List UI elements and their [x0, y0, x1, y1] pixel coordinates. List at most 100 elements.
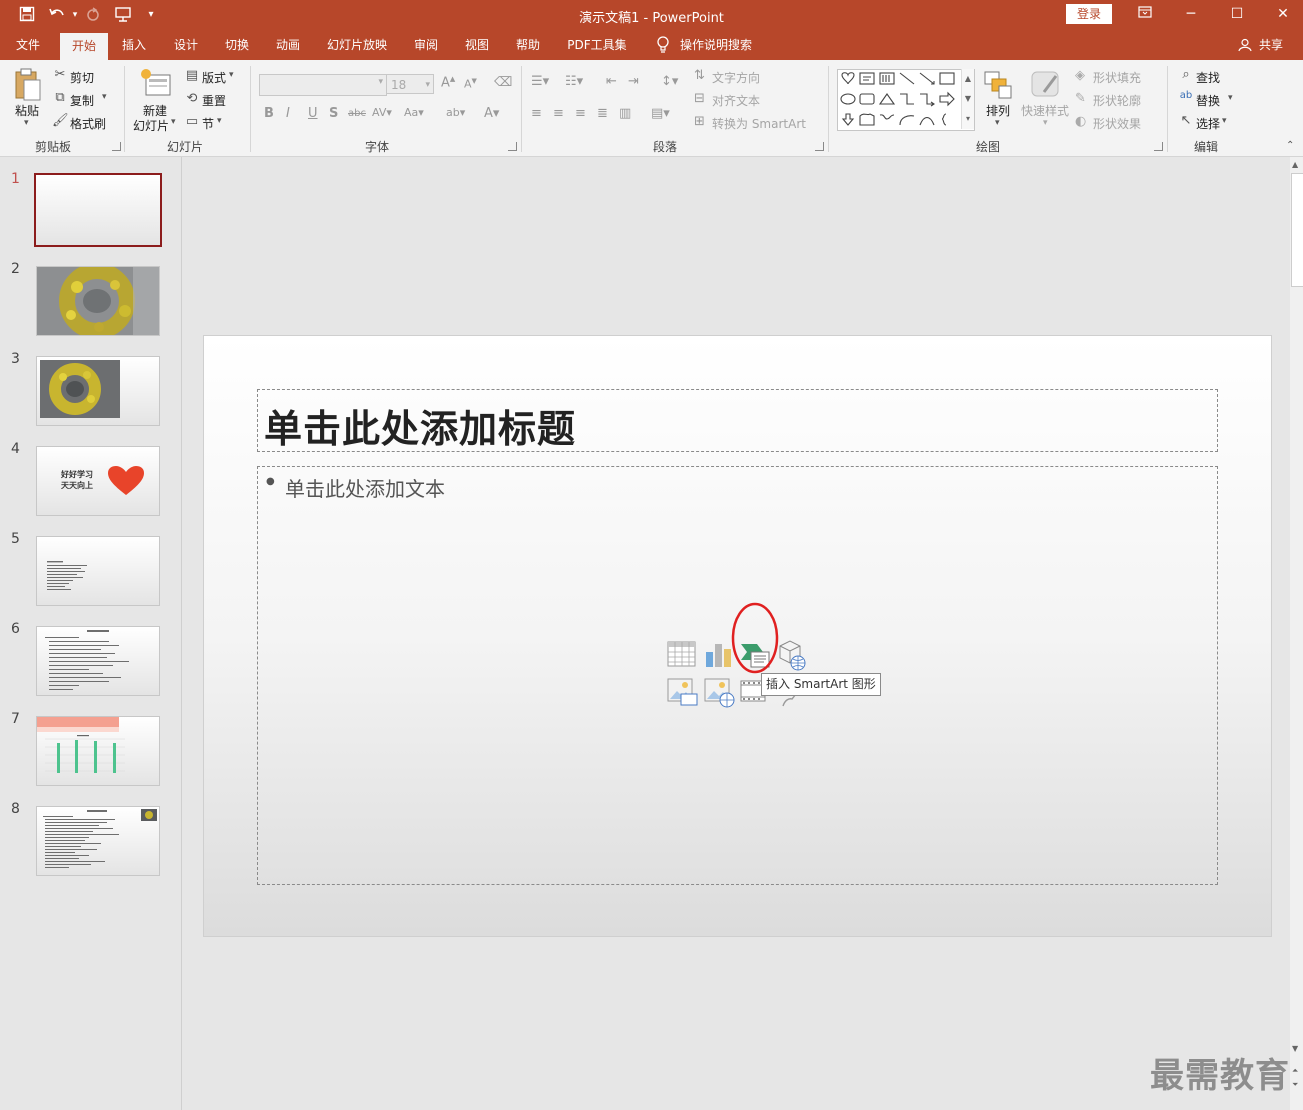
- tab-help[interactable]: 帮助: [508, 30, 548, 60]
- font-size-field[interactable]: 18 ▾: [386, 74, 434, 94]
- reset-icon[interactable]: ⟲: [184, 91, 200, 106]
- change-case-icon[interactable]: Aa▾: [404, 106, 424, 119]
- copy-dropdown-icon[interactable]: ▾: [102, 92, 107, 102]
- share-button[interactable]: 共享: [1254, 30, 1288, 60]
- font-launcher-icon[interactable]: [508, 142, 517, 151]
- find-button[interactable]: 查找: [1196, 69, 1220, 86]
- insert-3d-model-icon[interactable]: [776, 638, 808, 672]
- tab-review[interactable]: 审阅: [406, 30, 446, 60]
- shapes-gallery[interactable]: [837, 69, 975, 131]
- font-name-dropdown-icon[interactable]: ▾: [378, 77, 383, 87]
- clipboard-launcher-icon[interactable]: [112, 142, 121, 151]
- tab-animations[interactable]: 动画: [268, 30, 308, 60]
- paragraph-launcher-icon[interactable]: [815, 142, 824, 151]
- copy-button[interactable]: 复制: [70, 92, 94, 109]
- underline-icon[interactable]: U: [308, 106, 318, 121]
- line-spacing-icon[interactable]: ↕▾: [661, 74, 678, 89]
- quick-styles-icon[interactable]: [1030, 68, 1062, 100]
- clipboard-icon[interactable]: [12, 68, 42, 102]
- text-shadow-icon[interactable]: S: [329, 106, 338, 121]
- highlight-icon[interactable]: ab▾: [446, 106, 465, 119]
- vertical-scrollbar[interactable]: ▲ ▼ ⏶ ⏷: [1290, 157, 1303, 1110]
- align-text-button[interactable]: 对齐文本: [712, 92, 760, 109]
- slide-thumbnail-3[interactable]: [36, 356, 160, 426]
- format-painter-icon[interactable]: 🖌: [52, 113, 69, 128]
- increase-indent-icon[interactable]: ⇥: [628, 74, 639, 89]
- tab-home[interactable]: 开始: [60, 33, 108, 60]
- section-dropdown-icon[interactable]: ▾: [217, 116, 222, 126]
- slide-thumbnail-5[interactable]: [36, 536, 160, 606]
- align-left-icon[interactable]: ≡: [531, 106, 542, 121]
- quick-styles-dropdown-icon[interactable]: ▾: [1043, 118, 1048, 128]
- font-color-icon[interactable]: A▾: [484, 106, 499, 121]
- shape-fill-icon[interactable]: ◈: [1075, 68, 1085, 83]
- decrease-indent-icon[interactable]: ⇤: [606, 74, 617, 89]
- align-text-icon[interactable]: ⊟: [694, 91, 705, 106]
- shape-fill-button[interactable]: 形状填充: [1093, 69, 1141, 86]
- replace-icon[interactable]: ab: [1178, 90, 1194, 101]
- slide-thumbnail-1[interactable]: [34, 173, 162, 247]
- increase-font-icon[interactable]: A▲: [441, 75, 455, 90]
- select-dropdown-icon[interactable]: ▾: [1222, 116, 1227, 126]
- new-slide-icon[interactable]: [140, 68, 172, 100]
- tab-transitions[interactable]: 切换: [217, 30, 257, 60]
- tab-view[interactable]: 视图: [457, 30, 497, 60]
- slide-thumbnail-2[interactable]: [36, 266, 160, 336]
- tab-insert[interactable]: 插入: [114, 30, 154, 60]
- slide-thumbnail-4[interactable]: 好好学习 天天向上: [36, 446, 160, 516]
- shape-effects-icon[interactable]: ◐: [1075, 114, 1086, 129]
- clear-formatting-icon[interactable]: ⌫: [494, 75, 512, 90]
- maximize-icon[interactable]: ☐: [1226, 5, 1248, 23]
- tell-me-search[interactable]: 操作说明搜索: [676, 30, 756, 60]
- previous-slide-icon[interactable]: ⏶: [1292, 1066, 1298, 1076]
- convert-smartart-button[interactable]: 转换为 SmartArt: [712, 115, 806, 132]
- tab-pdf-tools[interactable]: PDF工具集: [560, 30, 634, 60]
- insert-online-pictures-icon[interactable]: [704, 677, 736, 709]
- insert-pictures-icon[interactable]: [667, 677, 699, 709]
- align-center-icon[interactable]: ≡: [553, 106, 564, 121]
- bullets-icon[interactable]: ☰▾: [531, 74, 549, 89]
- section-icon[interactable]: ▭: [184, 114, 200, 129]
- arrange-button[interactable]: 排列: [986, 102, 1010, 119]
- title-placeholder[interactable]: 单击此处添加标题: [257, 389, 1218, 452]
- convert-smartart-icon[interactable]: ⊞: [694, 114, 705, 129]
- character-spacing-icon[interactable]: AV▾: [372, 106, 392, 119]
- insert-chart-icon[interactable]: [704, 640, 734, 670]
- shape-effects-button[interactable]: 形状效果: [1093, 115, 1141, 132]
- tab-design[interactable]: 设计: [166, 30, 206, 60]
- layout-dropdown-icon[interactable]: ▾: [229, 70, 234, 80]
- select-button[interactable]: 选择: [1196, 115, 1220, 132]
- text-direction-button[interactable]: 文字方向: [712, 69, 760, 86]
- new-slide-label-2[interactable]: 幻灯片: [133, 117, 169, 134]
- tab-file[interactable]: 文件: [8, 30, 48, 60]
- slide-thumbnail-7[interactable]: [36, 716, 160, 786]
- minimize-icon[interactable]: ─: [1180, 5, 1202, 23]
- justify-icon[interactable]: ≣: [597, 106, 608, 121]
- scroll-thumb[interactable]: [1291, 173, 1303, 287]
- font-name-field[interactable]: ▾: [259, 74, 387, 96]
- close-icon[interactable]: ✕: [1272, 5, 1294, 23]
- reset-button[interactable]: 重置: [202, 92, 226, 109]
- shape-outline-button[interactable]: 形状轮廓: [1093, 92, 1141, 109]
- paste-button[interactable]: 粘贴: [15, 102, 39, 119]
- scroll-down-icon[interactable]: ▼: [1292, 1044, 1298, 1053]
- content-placeholder[interactable]: ● 单击此处添加文本: [257, 466, 1218, 885]
- italic-icon[interactable]: I: [286, 106, 290, 121]
- shapes-gallery-scroll[interactable]: ▲ ▼ ▾: [961, 69, 974, 129]
- format-painter-button[interactable]: 格式刷: [70, 115, 106, 132]
- tab-slideshow[interactable]: 幻灯片放映: [320, 30, 394, 60]
- copy-icon[interactable]: ⧉: [52, 90, 68, 105]
- quick-styles-button[interactable]: 快速样式: [1021, 102, 1069, 119]
- align-right-icon[interactable]: ≡: [575, 106, 586, 121]
- scroll-up-icon[interactable]: ▲: [1292, 160, 1298, 169]
- select-icon[interactable]: ↖: [1178, 113, 1194, 128]
- cut-button[interactable]: 剪切: [70, 69, 94, 86]
- replace-dropdown-icon[interactable]: ▾: [1228, 93, 1233, 103]
- collapse-ribbon-icon[interactable]: ⌃: [1286, 140, 1294, 151]
- paste-dropdown-icon[interactable]: ▾: [24, 118, 29, 128]
- slide-thumbnail-6[interactable]: [36, 626, 160, 696]
- arrange-dropdown-icon[interactable]: ▾: [995, 118, 1000, 128]
- find-icon[interactable]: ⌕: [1178, 67, 1194, 82]
- shape-outline-icon[interactable]: ✎: [1075, 91, 1086, 106]
- ribbon-display-options-icon[interactable]: [1134, 5, 1156, 23]
